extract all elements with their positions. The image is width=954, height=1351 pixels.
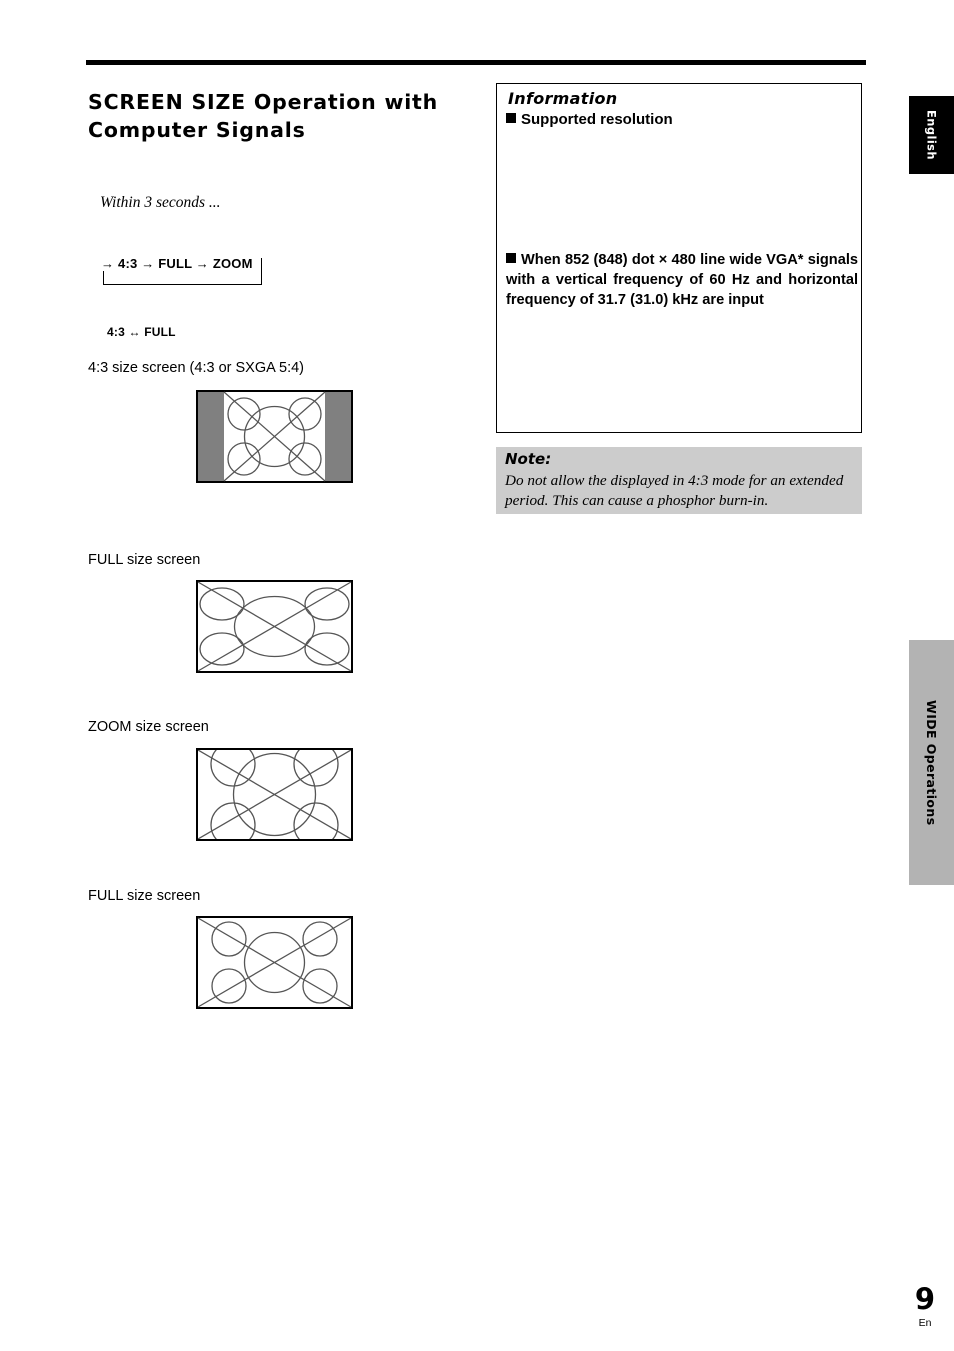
side-tab-english: English [909,96,954,174]
mode-cycle-two-label: 4:3 ↔ FULL [107,325,176,339]
information-item-1-text: Supported resolution [521,111,673,128]
timing-note: Within 3 seconds ... [100,194,221,211]
page-title: SCREEN SIZE Operation with Computer Sign… [88,88,478,144]
screen-figure-zoom [196,748,353,841]
side-tab-wide-operations: WIDE Operations [909,640,954,885]
bullet-square-icon [506,253,516,263]
screen-example-label-2: FULL size screen [88,552,201,568]
mode-cycle-three-label: → 4:3 → FULL → ZOOM [99,256,255,271]
screen-example-label-4: FULL size screen [88,888,201,904]
side-tab-english-label: English [924,110,939,160]
screen-figure-full-wide [196,916,353,1009]
bullet-square-icon [506,113,516,123]
note-box-body: Do not allow the displayed in 4:3 mode f… [505,472,844,509]
screen-example-label-3: ZOOM size screen [88,719,209,735]
page-language-code: En [918,1317,932,1329]
screen-example-label-1: 4:3 size screen (4:3 or SXGA 5:4) [88,360,304,376]
page-title-line-1: SCREEN SIZE Operation with [88,89,439,114]
note-box-title: Note: [505,450,552,468]
information-box-title: Information [508,89,618,108]
information-item-supported-resolution: Supported resolution [506,111,673,128]
screen-figure-full [196,580,353,673]
screen-figure-4-3 [196,390,353,483]
side-tab-wide-operations-label: WIDE Operations [924,699,939,826]
header-rule [86,60,866,65]
page-number: 9 [914,1282,936,1316]
information-item-2-text: When 852 (848) dot × 480 line wide VGA* … [506,252,858,308]
information-item-vga-signals: When 852 (848) dot × 480 line wide VGA* … [506,250,858,310]
page-title-line-2: Computer Signals [88,117,306,142]
